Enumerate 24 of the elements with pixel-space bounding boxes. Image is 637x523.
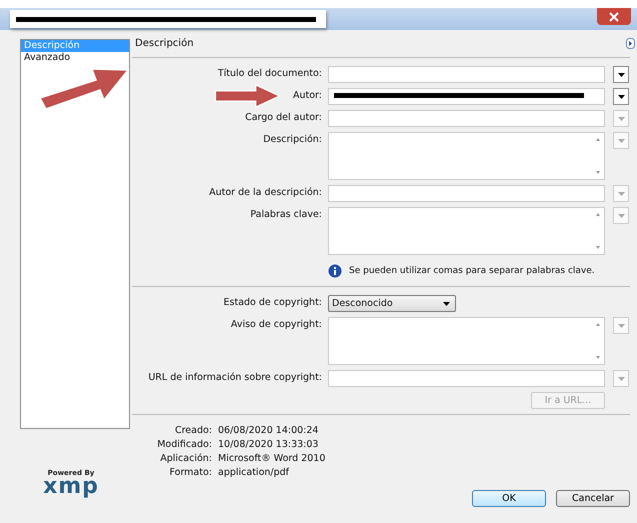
- logo-text: xmp: [43, 477, 99, 497]
- metadata-label: Aplicación:: [159, 453, 212, 464]
- metadata-label: Creado:: [174, 425, 212, 436]
- field-label: Autor:: [293, 89, 322, 101]
- metadata-label: Formato:: [168, 467, 212, 478]
- metadata-label: Modificado:: [156, 439, 212, 450]
- field-label: Palabras clave:: [250, 208, 322, 220]
- field-label: Estado de copyright:: [224, 296, 322, 308]
- category-item[interactable]: Avanzado: [21, 52, 129, 64]
- metadata-value: 06/08/2020 14:00:24: [218, 425, 320, 436]
- ok-button[interactable]: OK: [472, 490, 546, 507]
- metadata-value: Microsoft® Word 2010: [218, 453, 326, 464]
- metadata-value: 10/08/2020 13:33:03: [218, 439, 320, 450]
- field-label: Descripción:: [263, 133, 322, 145]
- field-label: Aviso de copyright:: [230, 318, 322, 330]
- metadata-value: application/pdf: [218, 467, 290, 478]
- field-label: Cargo del autor:: [245, 111, 322, 123]
- cancel-button[interactable]: Cancelar: [556, 490, 630, 507]
- info-text: Se pueden utilizar comas para separar palabras clave.: [349, 266, 595, 276]
- panel-heading: Descripción: [135, 38, 194, 49]
- field-label: Título del documento:: [218, 67, 322, 79]
- field-label: Autor de la descripción:: [209, 186, 322, 198]
- copyright-dropdown[interactable]: Desconocido: [328, 295, 456, 312]
- field-label: URL de información sobre copyright:: [148, 371, 322, 383]
